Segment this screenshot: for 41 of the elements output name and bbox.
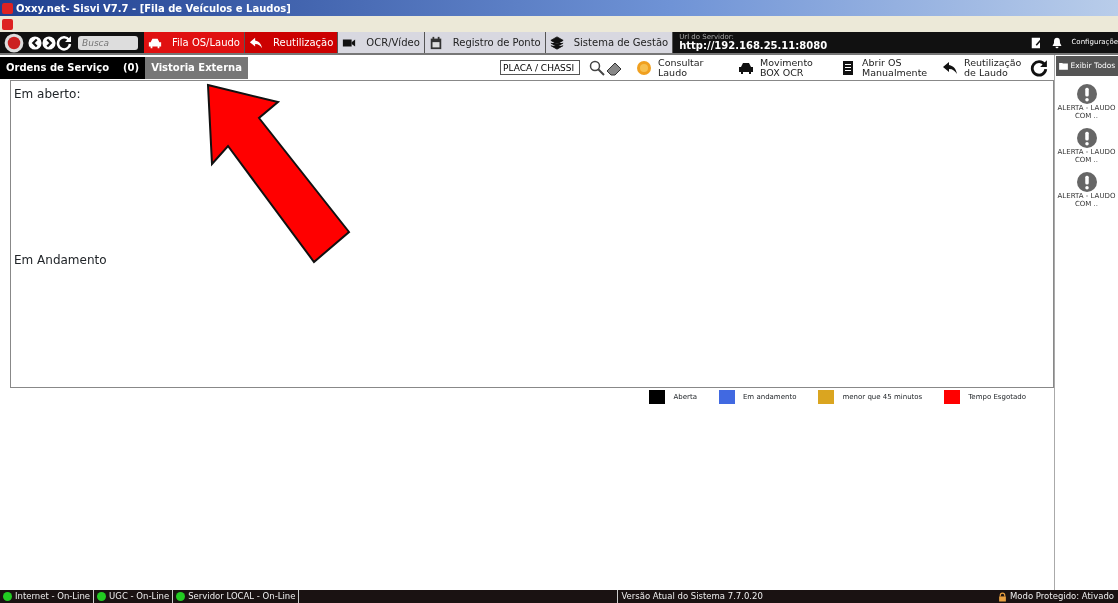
folder-icon: [1057, 61, 1069, 71]
server-url: http://192.168.25.11:8080: [679, 41, 828, 51]
section-heading: Em Andamento: [14, 252, 107, 269]
exclamation-icon[interactable]: [1076, 172, 1097, 193]
reply-arrow-icon: [942, 59, 958, 76]
back-icon[interactable]: [28, 35, 42, 50]
connection-status: UGC - On-Line: [109, 590, 170, 603]
document-icon: [840, 59, 856, 76]
app-icon: [2, 18, 13, 30]
layers-icon: [549, 35, 564, 50]
search-icon[interactable]: [588, 59, 606, 76]
exclamation-icon[interactable]: [1076, 84, 1097, 104]
menu-tab[interactable]: Reutilização: [245, 32, 339, 53]
menu-tab[interactable]: OCR/Vídeo: [338, 32, 425, 53]
connection-status: Internet - On-Line: [15, 590, 91, 603]
exclamation-icon[interactable]: [1076, 128, 1097, 149]
search-field[interactable]: Busca: [78, 35, 138, 50]
toolbar-action[interactable]: Abrir OS Manualmente: [840, 58, 928, 77]
menu-tab[interactable]: Registro de Ponto: [424, 32, 546, 53]
window-title: Oxxy.net- Sisvi V7.7 - [Fila de Veículos e Laudos]: [16, 1, 291, 16]
logo-icon: [4, 32, 24, 53]
toolbar-action[interactable]: Reutilização de Laudo: [942, 58, 1030, 77]
reply-arrow-icon: [249, 35, 263, 50]
protected-mode-text: Modo Protegido: Ativado: [1010, 590, 1114, 603]
section-heading: Em aberto:: [14, 86, 81, 103]
toolbar-action[interactable]: Movimento BOX OCR: [738, 58, 826, 77]
toolbar-action[interactable]: Consultar Laudo: [636, 58, 724, 77]
forward-icon[interactable]: [42, 35, 56, 50]
calendar-icon: [428, 35, 443, 50]
lock-icon: [998, 591, 1007, 602]
tab[interactable]: Ordens de Serviço (0): [0, 56, 146, 79]
app-icon: [2, 2, 13, 14]
version-text: Versão Atual do Sistema 7.7.0.20: [617, 590, 763, 603]
plate-field[interactable]: PLACA / CHASSI: [500, 60, 580, 75]
refresh-icon[interactable]: [1030, 58, 1048, 77]
menu-tab[interactable]: Fila OS/Laudo: [144, 32, 245, 53]
tab[interactable]: Vistoria Externa: [145, 56, 248, 79]
notification-bell-icon[interactable]: [1051, 36, 1064, 49]
connection-status: Servidor LOCAL - On-Line: [188, 590, 296, 603]
seal-badge-icon: [636, 59, 652, 76]
menu-tab[interactable]: Sistema de Gestão: [545, 32, 674, 53]
